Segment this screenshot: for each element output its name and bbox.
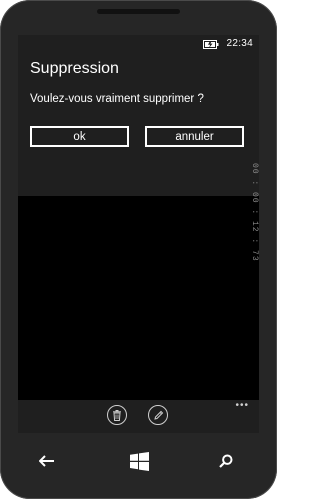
back-button[interactable] [37, 451, 57, 471]
dialog-message: Voulez-vous vraiment supprimer ? [30, 93, 204, 105]
phone-frame: 22:34 Suppression Voulez-vous vraiment s… [0, 0, 277, 499]
start-button[interactable] [129, 451, 149, 471]
back-arrow-icon [39, 455, 54, 467]
app-bar: ••• [18, 400, 259, 433]
screen: 22:34 Suppression Voulez-vous vraiment s… [18, 35, 259, 433]
more-options-button[interactable]: ••• [235, 401, 249, 411]
search-icon [219, 454, 233, 468]
edit-button[interactable] [148, 405, 168, 425]
battery-charging-icon [203, 40, 219, 49]
delete-button[interactable] [107, 405, 127, 425]
confirm-dialog: Suppression Voulez-vous vraiment supprim… [18, 55, 259, 196]
pencil-icon [153, 410, 163, 420]
windows-start-icon [129, 451, 149, 471]
dialog-title: Suppression [30, 60, 119, 77]
timer-readout: 00 : 00 : 12 : 73 [250, 163, 259, 262]
phone-speaker [97, 9, 180, 14]
navigation-bar [18, 443, 259, 479]
trash-icon [113, 409, 121, 421]
search-button[interactable] [216, 451, 236, 471]
status-bar: 22:34 [18, 35, 259, 55]
ok-button[interactable]: ok [30, 126, 129, 147]
cancel-button[interactable]: annuler [145, 126, 244, 147]
status-time: 22:34 [226, 38, 253, 49]
